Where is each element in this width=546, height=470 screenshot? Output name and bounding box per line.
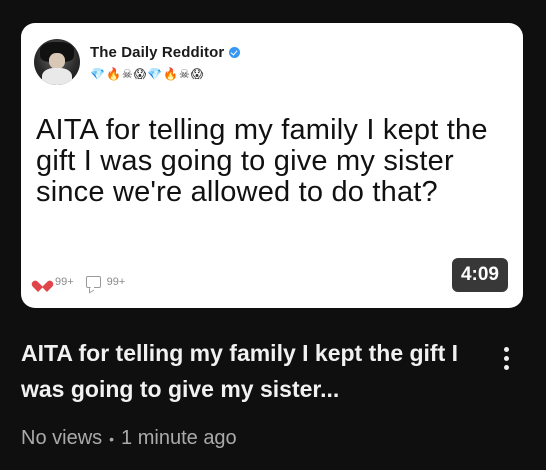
emoji-badges: 💎🔥☠😱💎🔥☠😱 (90, 67, 205, 81)
comment-icon (85, 276, 101, 288)
view-count: No views (21, 427, 103, 449)
post-title-text: AITA for telling my family I kept the gi… (36, 114, 488, 208)
more-options-button[interactable] (492, 338, 520, 378)
verified-icon (229, 47, 241, 58)
heart-icon (36, 276, 49, 288)
likes-count: 99+ (55, 276, 74, 288)
comments-count: 99+ (106, 276, 126, 288)
video-metadata: No views • 1 minute ago (21, 427, 237, 450)
video-thumbnail[interactable]: The Daily Redditor 💎🔥☠😱💎🔥☠😱 AITA for tel… (21, 23, 523, 308)
upload-age: 1 minute ago (121, 427, 237, 449)
channel-name: The Daily Redditor (90, 44, 225, 61)
channel-header: The Daily Redditor (90, 44, 241, 61)
video-card: The Daily Redditor 💎🔥☠😱💎🔥☠😱 AITA for tel… (0, 0, 546, 470)
separator-dot: • (109, 430, 115, 447)
video-title[interactable]: AITA for telling my family I kept the gi… (21, 335, 471, 407)
reactions-row: 99+ 99+ (36, 276, 125, 288)
duration-badge: 4:09 (451, 258, 508, 292)
channel-avatar (34, 39, 80, 85)
more-vert-icon (503, 346, 509, 352)
